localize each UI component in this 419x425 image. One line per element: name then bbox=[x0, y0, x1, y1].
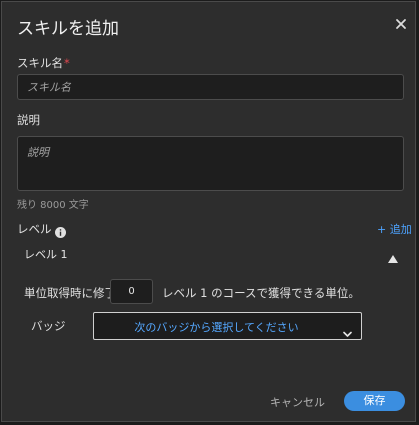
info-icon[interactable] bbox=[55, 223, 66, 238]
units-input[interactable] bbox=[110, 279, 153, 304]
skill-name-input[interactable] bbox=[17, 74, 404, 100]
badge-select[interactable]: 次のバッジから選択してください bbox=[93, 312, 362, 340]
add-skill-dialog: スキルを追加 スキル名* 説明 残り 8000 文字 レベル + 追加 レベル … bbox=[1, 1, 416, 422]
description-field[interactable] bbox=[17, 136, 404, 191]
save-button[interactable]: 保存 bbox=[344, 391, 405, 411]
skill-name-label-text: スキル名 bbox=[17, 56, 63, 70]
close-icon[interactable] bbox=[394, 17, 408, 31]
cancel-button[interactable]: キャンセル bbox=[270, 394, 325, 410]
remaining-characters: 残り 8000 文字 bbox=[17, 200, 89, 211]
required-mark: * bbox=[64, 56, 70, 70]
skill-name-label: スキル名* bbox=[17, 55, 70, 71]
units-description: レベル 1 のコースで獲得できる単位。 bbox=[162, 286, 360, 300]
add-level-button[interactable]: + 追加 bbox=[377, 221, 412, 237]
level-name: レベル 1 bbox=[24, 248, 68, 261]
chevron-down-icon bbox=[343, 323, 352, 337]
description-label: 説明 bbox=[17, 113, 40, 127]
units-label: 単位取得時に修了 bbox=[24, 286, 116, 300]
levels-label: レベル bbox=[17, 222, 52, 236]
badge-select-placeholder: 次のバッジから選択してください bbox=[134, 321, 299, 334]
collapse-triangle-icon[interactable] bbox=[388, 248, 398, 263]
badge-label: バッジ bbox=[31, 319, 66, 333]
dialog-title: スキルを追加 bbox=[17, 19, 119, 39]
